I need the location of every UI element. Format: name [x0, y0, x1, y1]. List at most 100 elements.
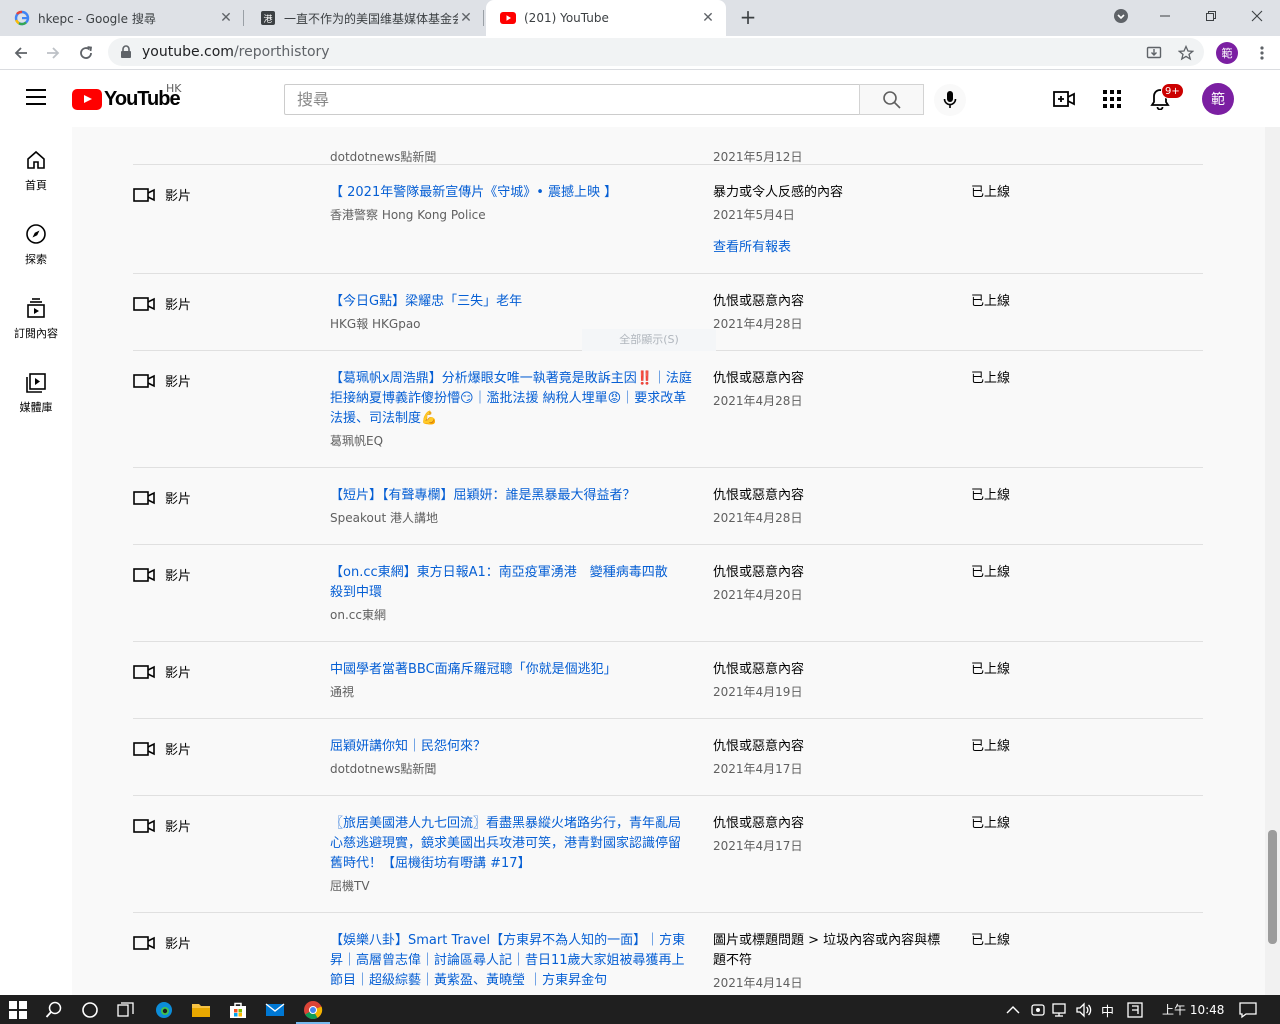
forward-button[interactable] — [41, 41, 65, 65]
tab-title: (201) YouTube — [524, 11, 609, 25]
video-title-link[interactable]: 【今日G點】梁耀忠「三失」老年 — [330, 292, 692, 312]
video-column: 【娛樂八卦】Smart Travel【方東昇不為人知的一面】｜方東昇｜高層曾志偉… — [330, 931, 692, 991]
youtube-logo[interactable]: YouTube HK — [72, 82, 182, 111]
report-date: 2021年4月17日 — [713, 839, 803, 853]
video-channel[interactable]: 屈機TV — [330, 877, 692, 894]
video-channel[interactable]: 通視 — [330, 683, 692, 700]
report-date: 2021年4月28日 — [713, 317, 803, 331]
video-title-link[interactable]: 屈穎妍講你知｜民怨何來？ — [330, 737, 692, 757]
network-icon[interactable] — [1050, 999, 1072, 1021]
video-column: 屈穎妍講你知｜民怨何來？ dotdotnews點新聞 — [330, 737, 692, 777]
mail-icon[interactable] — [264, 999, 286, 1021]
scrollbar-thumb[interactable] — [1268, 830, 1277, 944]
back-button[interactable] — [9, 41, 33, 65]
video-column: 【今日G點】梁耀忠「三失」老年 HKG報 HKGpao — [330, 292, 692, 332]
report-status: 已上線 — [971, 185, 1011, 200]
youtube-icon — [500, 10, 516, 26]
video-channel[interactable]: 香港警察 Hong Kong Police — [330, 206, 692, 223]
guide-item-explore[interactable]: 探索 — [0, 201, 72, 275]
ime-mode-icon[interactable] — [1124, 999, 1146, 1021]
edge-icon[interactable] — [153, 999, 175, 1021]
avatar[interactable]: 範 — [1202, 83, 1234, 115]
voice-search-button[interactable] — [934, 84, 966, 116]
subscriptions-icon — [27, 298, 45, 318]
video-title-link[interactable]: 【短片】【有聲專欄】屈穎妍：誰是黑暴最大得益者？ — [330, 486, 692, 506]
type-column: 影片 — [133, 816, 191, 835]
report-reason: 仇恨或惡意內容 — [713, 565, 805, 580]
google-icon — [14, 10, 30, 26]
report-reason: 仇恨或惡意內容 — [713, 371, 805, 386]
reason-column: 仇恨或惡意內容 2021年4月28日 — [713, 486, 953, 526]
video-channel[interactable]: dotdotnews點新聞 — [330, 148, 692, 165]
install-app-button[interactable] — [1142, 41, 1166, 65]
video-column: 【短片】【有聲專欄】屈穎妍：誰是黑暴最大得益者？ Speakout 港人講地 — [330, 486, 692, 526]
chrome-icon[interactable] — [302, 999, 324, 1021]
apps-button[interactable] — [1100, 87, 1124, 111]
create-video-icon — [1053, 91, 1075, 107]
new-tab-button[interactable]: + — [736, 6, 760, 30]
system-clock[interactable]: 上午 10:48 — [1162, 1001, 1224, 1018]
video-title-link[interactable]: 【on.cc東網】東方日報A1：南亞疫軍湧港 變種病毒四散 殺到中環 — [330, 563, 692, 603]
video-camera-icon — [133, 296, 155, 311]
video-title-link[interactable]: 【葛珮帆x周浩鼎】分析爆眼女唯一執著竟是敗訴主因‼️｜法庭拒接納夏博義詐傻扮懵😏… — [330, 369, 692, 429]
cortana-icon[interactable] — [79, 999, 101, 1021]
video-channel[interactable]: Speakout 港人講地 — [330, 509, 692, 526]
menu-icon[interactable] — [26, 89, 46, 105]
guide-item-library[interactable]: 媒體庫 — [0, 349, 72, 423]
browser-tab-wiki[interactable]: 港 一直不作为的美国维基媒体基金会 ✕ — [246, 0, 484, 36]
video-column: 【on.cc東網】東方日報A1：南亞疫軍湧港 變種病毒四散 殺到中環 on.cc… — [330, 563, 692, 623]
table-row: 影片 【 2021年警隊最新宣傳片《守城》• 震撼上映 】 香港警察 Hong … — [133, 165, 1203, 274]
video-channel[interactable]: on.cc東網 — [330, 606, 692, 623]
table-row: 影片 〖旅居美國港人九七回流〗看盡黑暴縱火堵路劣行，青年亂局心慈逃避現實，鏡求美… — [133, 796, 1203, 913]
address-bar[interactable]: youtube.com/reporthistory — [108, 38, 1204, 66]
search-icon — [882, 90, 901, 109]
volume-icon[interactable] — [1073, 999, 1095, 1021]
video-title-link[interactable]: 【 2021年警隊最新宣傳片《守城》• 震撼上映 】 — [330, 183, 692, 203]
create-video-button[interactable] — [1052, 87, 1076, 111]
video-channel[interactable]: dotdotnews點新聞 — [330, 760, 692, 777]
action-center-icon[interactable] — [1237, 999, 1259, 1021]
browser-tab-google[interactable]: hkepc - Google 搜尋 ✕ — [0, 0, 244, 36]
video-camera-icon — [133, 490, 155, 505]
close-icon[interactable]: ✕ — [458, 10, 474, 26]
video-title-link[interactable]: 【娛樂八卦】Smart Travel【方東昇不為人知的一面】｜方東昇｜高層曾志偉… — [330, 931, 692, 991]
reason-column: 仇恨或惡意內容 2021年4月28日 — [713, 292, 953, 332]
report-type: 影片 — [165, 492, 192, 507]
browser-menu-button[interactable] — [1250, 41, 1274, 65]
table-row: 影片 【葛珮帆x周浩鼎】分析爆眼女唯一執著竟是敗訴主因‼️｜法庭拒接納夏博義詐傻… — [133, 351, 1203, 468]
microphone-icon — [943, 91, 957, 108]
video-title-link[interactable]: 中國學者當著BBC面痛斥羅冠聰「你就是個逃犯」 — [330, 660, 692, 680]
guide-item-label: 首頁 — [25, 179, 47, 192]
task-view-icon[interactable] — [115, 999, 137, 1021]
windows-start-icon[interactable] — [7, 999, 29, 1021]
store-icon[interactable] — [227, 999, 249, 1021]
vertical-scrollbar[interactable] — [1265, 127, 1280, 995]
search-input[interactable] — [297, 90, 859, 109]
bookmark-button[interactable] — [1174, 41, 1198, 65]
guide-item-home[interactable]: 首頁 — [0, 127, 72, 201]
video-channel[interactable]: 葛珮帆EQ — [330, 432, 692, 449]
search-box[interactable] — [284, 84, 860, 115]
guide-item-subscriptions[interactable]: 訂閱內容 — [0, 275, 72, 349]
video-title-link[interactable]: 〖旅居美國港人九七回流〗看盡黑暴縱火堵路劣行，青年亂局心慈逃避現實，鏡求美國出兵… — [330, 814, 692, 874]
meet-now-icon[interactable] — [1027, 999, 1049, 1021]
window-close-button[interactable] — [1234, 0, 1280, 32]
chevron-up-icon[interactable] — [1002, 999, 1024, 1021]
ime-indicator[interactable]: 中 — [1101, 1001, 1114, 1020]
minimize-button[interactable] — [1142, 0, 1188, 32]
compass-icon — [26, 224, 46, 244]
arrow-right-icon — [47, 47, 60, 59]
reload-button[interactable] — [74, 41, 98, 65]
browser-tab-youtube[interactable]: (201) YouTube ✕ — [486, 0, 726, 36]
close-icon[interactable]: ✕ — [218, 10, 234, 26]
table-row: 影片 【短片】【有聲專欄】屈穎妍：誰是黑暴最大得益者？ Speakout 港人講… — [133, 468, 1203, 545]
apps-grid-icon — [1103, 90, 1121, 108]
tab-search-button[interactable] — [1098, 0, 1144, 32]
search-button[interactable] — [859, 84, 924, 115]
search-icon[interactable] — [43, 999, 65, 1021]
view-all-reports-link[interactable]: 查看所有報表 — [713, 236, 953, 255]
browser-profile-avatar[interactable]: 範 — [1216, 42, 1238, 64]
file-explorer-icon[interactable] — [190, 999, 212, 1021]
close-icon[interactable]: ✕ — [700, 10, 716, 26]
restore-button[interactable] — [1188, 0, 1234, 32]
